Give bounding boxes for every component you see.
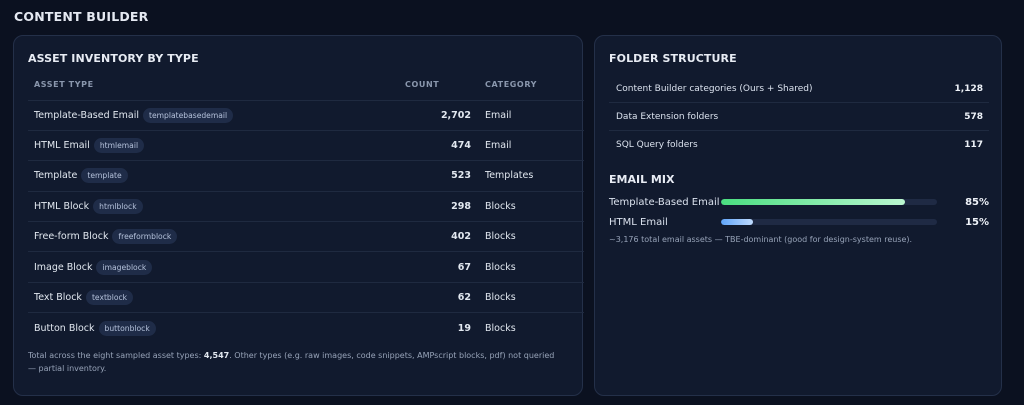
asset-type-tag: templatebasedemail [142,107,234,123]
table-row: Image Block imageblock 67 Blocks [28,251,584,283]
table-row: Text Block textblock 62 Blocks [28,282,584,314]
page-title: CONTENT BUILDER [14,9,149,24]
folder-row: SQL Query folders 117 [609,131,989,159]
folder-row: Data Extension folders 578 [609,103,989,131]
table-row: Template-Based Email templatebasedemail 2,… [28,100,584,131]
asset-category-cell: Blocks [485,191,584,223]
email-mix-title: EMAIL MIX [609,173,675,186]
asset-type-name: Text Block [34,292,82,304]
asset-count-cell: 62 [405,282,485,314]
asset-type-cell: HTML Email htmlemail [28,130,405,162]
email-mix-fill [721,199,905,205]
table-row: Button Block buttonblock 19 Blocks [28,313,584,343]
table-header-row: ASSET TYPE COUNT CATEGORY [28,80,584,101]
asset-type-cell: Image Block imageblock [28,251,405,283]
inventory-note: Total across the eight sampled asset typ… [28,349,558,375]
asset-count-cell: 2,702 [405,100,485,131]
asset-inventory-card: ASSET INVENTORY BY TYPE ASSET TYPE COUNT… [13,35,584,396]
asset-inventory-body: Template-Based Email templatebasedemail 2,… [28,100,584,343]
asset-count-cell: 402 [405,221,485,253]
asset-type-name: Button Block [34,322,95,334]
asset-category-cell: Email [485,100,584,131]
inventory-note-total: 4,547 [203,351,230,360]
email-mix-label: HTML Email [609,216,668,228]
asset-type-cell: Text Block textblock [28,282,405,314]
asset-type-cell: Free-form Block freeformblock [28,221,405,253]
asset-type-tag: imageblock [96,259,153,275]
email-mix-row: Template-Based Email 85% [609,194,989,210]
asset-inventory-table: ASSET TYPE COUNT CATEGORY Template-Based… [28,80,584,343]
asset-count-cell: 298 [405,191,485,223]
asset-count-cell: 67 [405,251,485,283]
folder-label: Data Extension folders [616,111,719,122]
folder-list: Content Builder categories (Ours + Share… [609,75,989,159]
column-header-asset-type: ASSET TYPE [28,80,405,101]
asset-inventory-title: ASSET INVENTORY BY TYPE [28,52,199,65]
asset-count-cell: 474 [405,130,485,162]
email-mix-track [721,219,937,225]
column-header-category: CATEGORY [485,80,584,101]
email-mix-percent: 15% [965,216,989,228]
asset-type-cell: HTML Block htmlblock [28,191,405,223]
asset-type-name: HTML Email [34,140,90,152]
asset-category-cell: Blocks [485,221,584,253]
column-header-count: COUNT [405,80,485,101]
asset-category-cell: Email [485,130,584,162]
email-mix-note: ~3,176 total email assets — TBE-dominant… [609,235,913,244]
asset-type-tag: buttonblock [98,320,156,336]
inventory-note-prefix: Total across the eight sampled asset typ… [28,351,204,360]
asset-type-cell: Template-Based Email templatebasedemail [28,100,405,131]
asset-type-name: Template-Based Email [34,109,139,121]
folder-structure-card: FOLDER STRUCTURE Content Builder categor… [594,35,1002,396]
asset-type-tag: textblock [85,290,134,306]
folder-value: 578 [964,111,983,122]
folder-label: Content Builder categories (Ours + Share… [616,83,813,94]
asset-count-cell: 19 [457,322,471,334]
asset-type-tag: template [81,168,128,184]
asset-type-cell: Template template [28,160,405,192]
folder-label: SQL Query folders [616,140,698,150]
folder-value: 117 [964,140,983,150]
content-builder-page: CONTENT BUILDER ASSET INVENTORY BY TYPE … [0,0,1024,405]
folder-structure-title: FOLDER STRUCTURE [609,52,737,65]
asset-type-cell: Button Block buttonblock [28,313,405,343]
table-row: HTML Block htmlblock 298 Blocks [28,191,584,223]
folder-value: 1,128 [954,83,983,94]
email-mix-label: Template-Based Email [609,196,720,208]
asset-category-cell: Blocks [485,251,584,283]
asset-type-name: Image Block [34,261,93,273]
asset-type-tag: freeformblock [112,229,178,245]
asset-category-cell: Blocks [485,322,516,334]
email-mix-track [721,199,937,205]
asset-type-name: Template [34,170,78,182]
asset-type-tag: htmlemail [93,138,145,154]
email-mix-row: HTML Email 15% [609,214,989,230]
asset-category-cell: Templates [485,160,584,192]
table-row: HTML Email htmlemail 474 Email [28,130,584,162]
asset-type-name: Free-form Block [34,231,109,243]
email-mix-percent: 85% [965,196,989,208]
folder-row: Content Builder categories (Ours + Share… [609,75,989,103]
table-row: Free-form Block freeformblock 402 Blocks [28,221,584,253]
asset-category-cell: Blocks [485,282,584,314]
email-mix-fill [721,219,754,225]
asset-type-name: HTML Block [34,200,90,212]
table-row: Template template 523 Templates [28,160,584,192]
asset-count-cell: 523 [405,160,485,192]
asset-type-tag: htmlblock [93,198,143,214]
